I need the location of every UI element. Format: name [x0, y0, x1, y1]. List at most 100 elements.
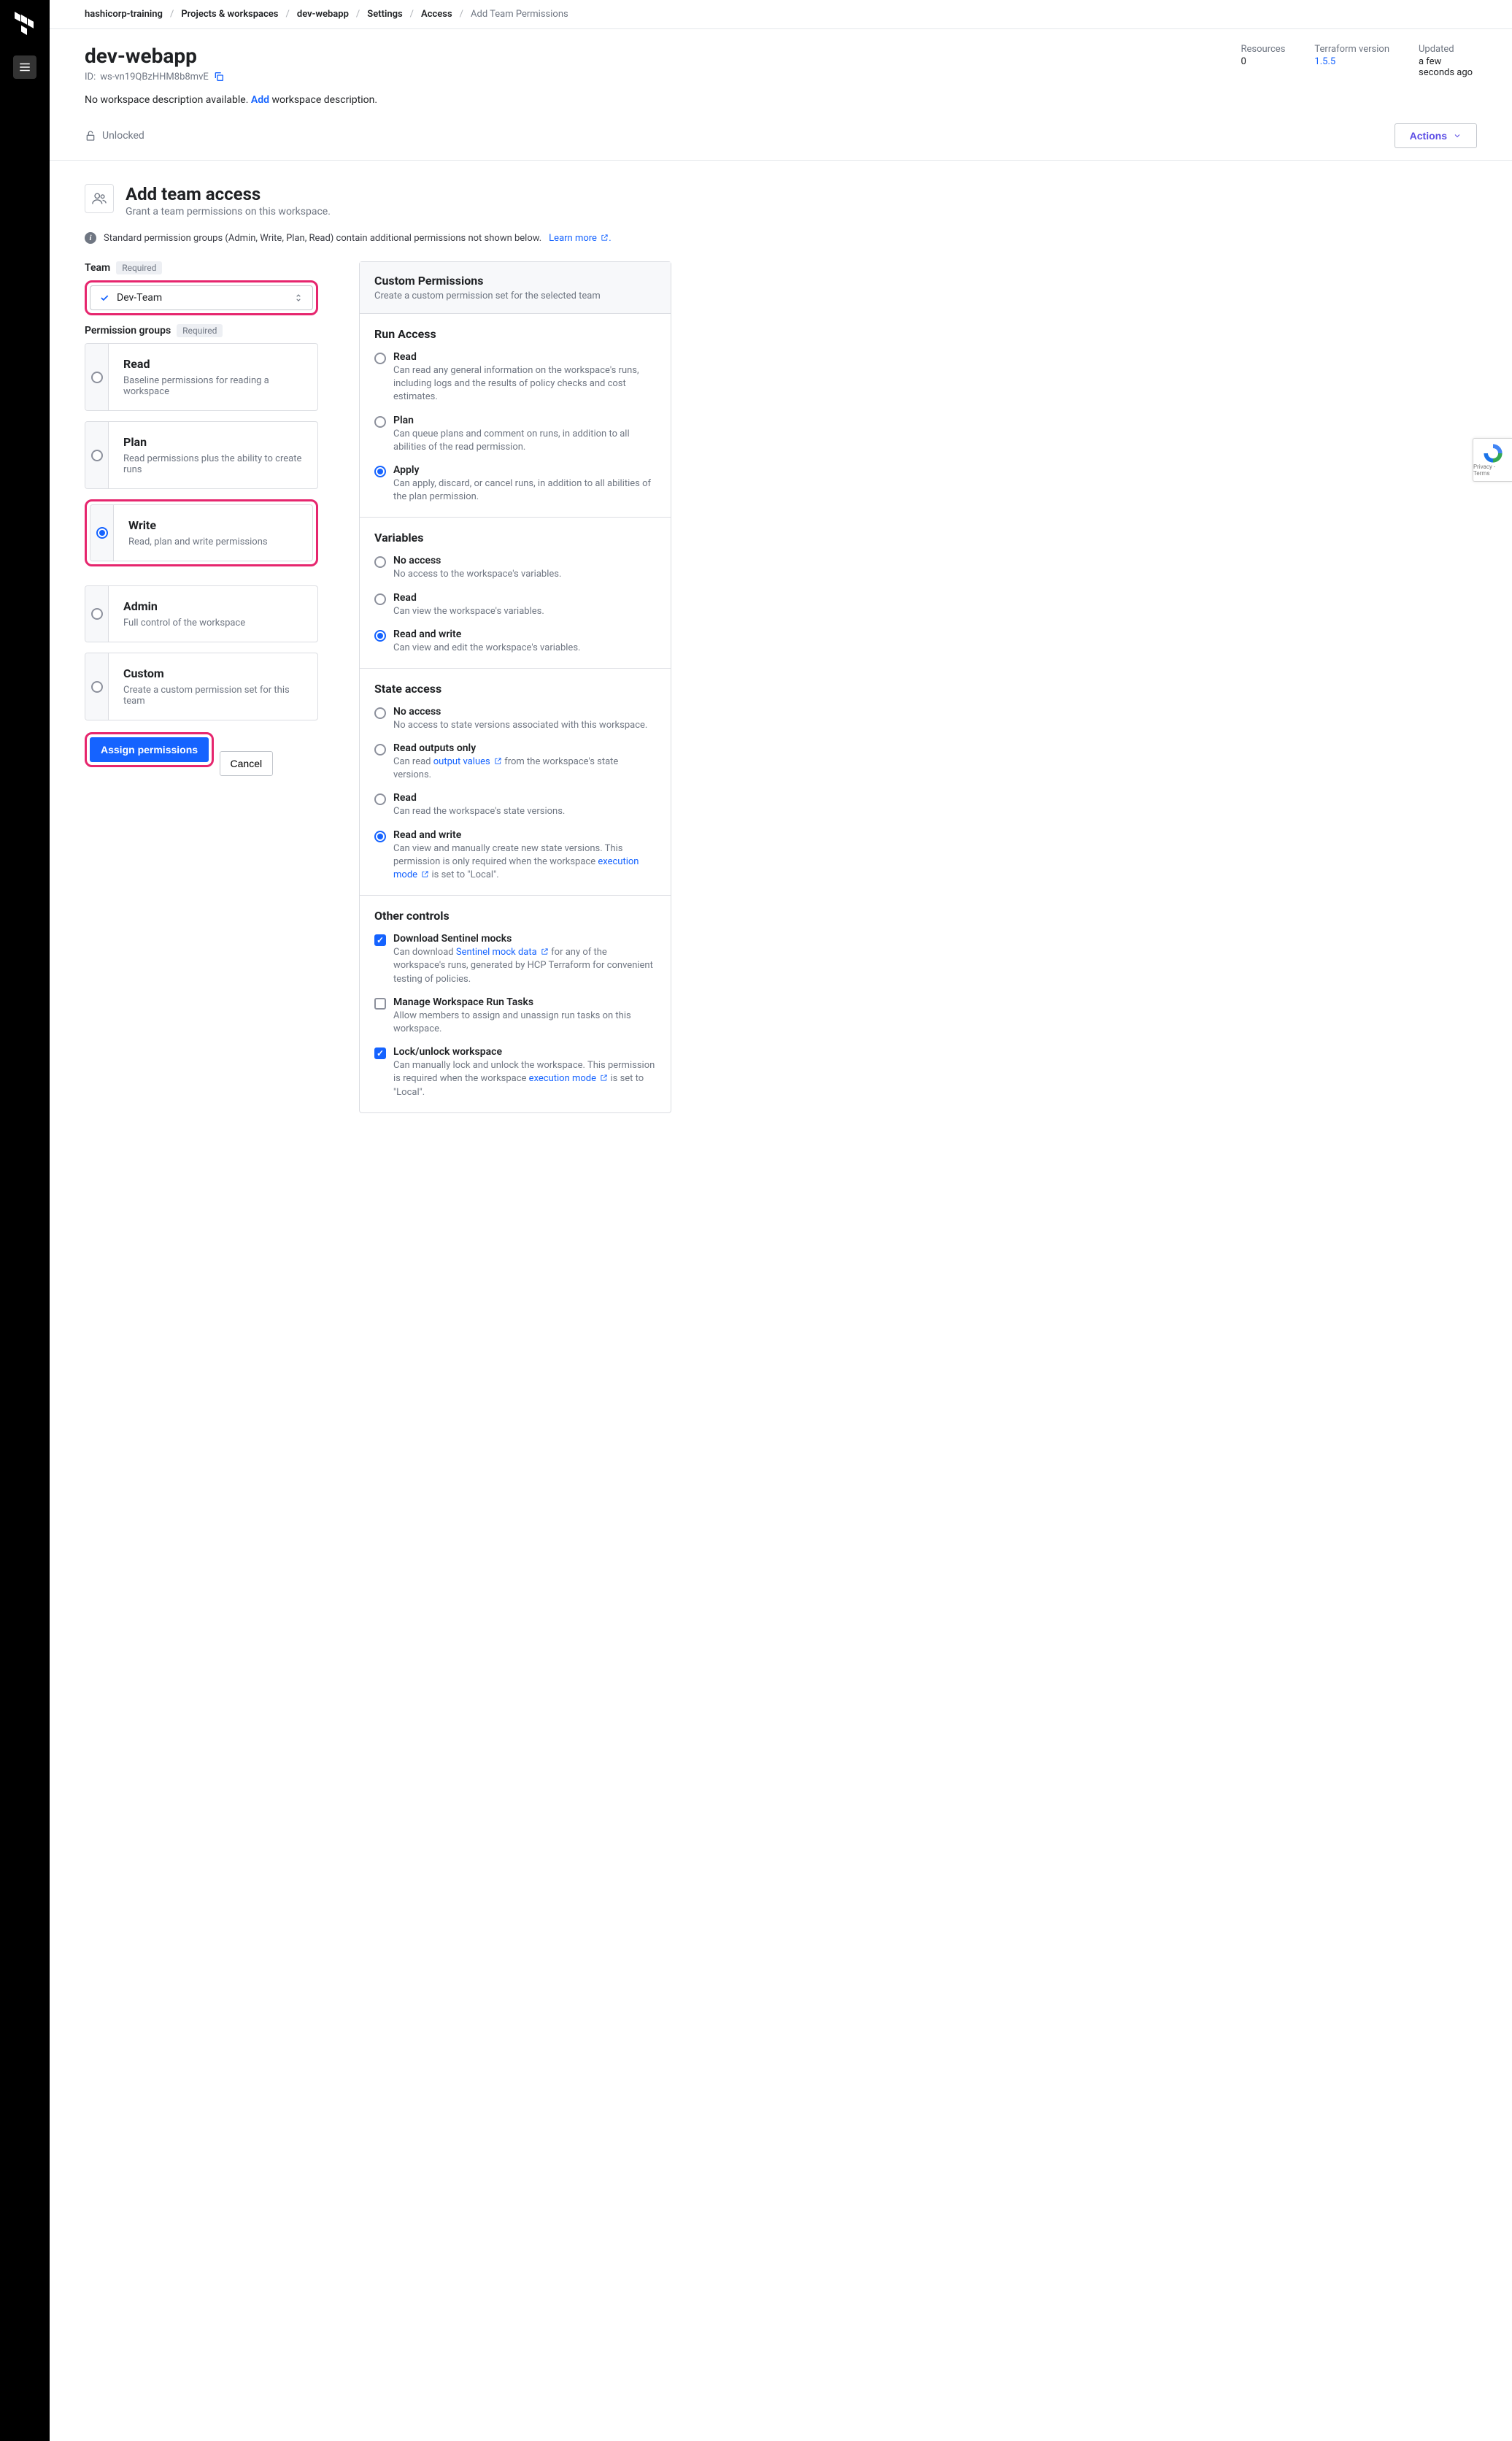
- actions-button[interactable]: Actions: [1395, 123, 1477, 148]
- external-link-icon: [601, 234, 609, 242]
- option-desc: Allow members to assign and unassign run…: [393, 1010, 656, 1036]
- radio[interactable]: [91, 450, 103, 461]
- recaptcha-icon: [1483, 443, 1503, 464]
- perm-group-highlight: Write Read, plan and write permissions: [85, 499, 318, 566]
- radio[interactable]: [374, 744, 386, 756]
- external-link-icon: [541, 947, 549, 956]
- variables-title: Variables: [374, 531, 656, 545]
- add-description-link[interactable]: Add: [251, 94, 269, 106]
- checkbox[interactable]: [374, 998, 386, 1010]
- other-title: Other controls: [374, 909, 656, 923]
- state-option[interactable]: Read outputs only Can read output values…: [374, 742, 656, 782]
- radio[interactable]: [374, 707, 386, 719]
- perm-group-plan[interactable]: Plan Read permissions plus the ability t…: [85, 421, 318, 489]
- run-access-option[interactable]: Plan Can queue plans and comment on runs…: [374, 415, 656, 454]
- team-select[interactable]: Dev-Team: [90, 285, 313, 310]
- option-label: Download Sentinel mocks: [393, 933, 656, 945]
- state-option[interactable]: Read and write Can view and manually cre…: [374, 829, 656, 883]
- radio[interactable]: [91, 681, 103, 693]
- breadcrumb-projects[interactable]: Projects & workspaces: [181, 9, 278, 20]
- meta-tf-label: Terraform version: [1314, 44, 1389, 55]
- perm-title: Custom: [123, 666, 303, 680]
- radio[interactable]: [91, 608, 103, 620]
- option-label: Apply: [393, 464, 656, 476]
- radio[interactable]: [374, 556, 386, 568]
- external-link-icon: [494, 757, 502, 765]
- inline-link[interactable]: Sentinel mock data: [456, 947, 549, 958]
- sidebar-menu-button[interactable]: [13, 55, 36, 79]
- option-label: Read and write: [393, 829, 656, 841]
- perm-group-read[interactable]: Read Baseline permissions for reading a …: [85, 343, 318, 411]
- inline-link[interactable]: execution mode: [529, 1073, 609, 1084]
- radio[interactable]: [374, 353, 386, 364]
- workspace-id: ws-vn19QBzHHM8b8mvE: [100, 72, 209, 82]
- inline-link[interactable]: execution mode: [393, 856, 639, 880]
- option-desc: Can apply, discard, or cancel runs, in a…: [393, 477, 656, 504]
- checkbox[interactable]: [374, 934, 386, 946]
- select-chevrons-icon: [293, 293, 304, 303]
- meta-tf-value[interactable]: 1.5.5: [1314, 56, 1389, 67]
- checkbox[interactable]: [374, 1047, 386, 1059]
- learn-more-link[interactable]: Learn more .: [549, 233, 611, 244]
- perm-groups-label: Permission groups: [85, 325, 171, 337]
- option-label: Plan: [393, 415, 656, 426]
- perm-group-write[interactable]: Write Read, plan and write permissions: [90, 504, 313, 561]
- meta-updated-label: Updated: [1419, 44, 1477, 55]
- radio[interactable]: [374, 831, 386, 842]
- other-option[interactable]: Manage Workspace Run Tasks Allow members…: [374, 996, 656, 1036]
- variables-option[interactable]: Read Can view the workspace's variables.: [374, 592, 656, 618]
- breadcrumb-access[interactable]: Access: [421, 9, 452, 20]
- breadcrumb-workspace[interactable]: dev-webapp: [297, 9, 349, 20]
- radio[interactable]: [374, 466, 386, 477]
- copy-icon[interactable]: [213, 71, 225, 82]
- option-label: Read: [393, 351, 656, 363]
- assign-button-highlight: Assign permissions: [85, 732, 214, 767]
- option-desc: No access to state versions associated w…: [393, 719, 647, 732]
- perm-title: Read: [123, 357, 303, 371]
- page-title: Add team access: [126, 184, 331, 204]
- cancel-button[interactable]: Cancel: [220, 751, 274, 776]
- radio[interactable]: [374, 793, 386, 805]
- breadcrumb-org[interactable]: hashicorp-training: [85, 9, 163, 20]
- check-icon: [99, 293, 109, 303]
- radio[interactable]: [374, 416, 386, 428]
- option-label: No access: [393, 706, 647, 718]
- inline-link[interactable]: output values: [433, 756, 502, 767]
- perm-desc: Read permissions plus the ability to cre…: [123, 453, 303, 475]
- radio[interactable]: [91, 372, 103, 383]
- team-select-highlight: Dev-Team: [85, 280, 318, 315]
- unlock-icon: [85, 130, 96, 142]
- perm-desc: Full control of the workspace: [123, 618, 303, 628]
- breadcrumb-settings[interactable]: Settings: [367, 9, 402, 20]
- radio[interactable]: [374, 630, 386, 642]
- state-option[interactable]: No access No access to state versions as…: [374, 706, 656, 732]
- radio[interactable]: [96, 527, 108, 539]
- variables-option[interactable]: No access No access to the workspace's v…: [374, 555, 656, 581]
- assign-permissions-button[interactable]: Assign permissions: [90, 737, 209, 762]
- state-option[interactable]: Read Can read the workspace's state vers…: [374, 792, 656, 818]
- perm-group-custom[interactable]: Custom Create a custom permission set fo…: [85, 653, 318, 720]
- other-option[interactable]: Download Sentinel mocks Can download Sen…: [374, 933, 656, 986]
- perm-title: Plan: [123, 435, 303, 449]
- external-link-icon: [600, 1074, 608, 1082]
- external-link-icon: [421, 870, 429, 878]
- option-desc: Can manually lock and unlock the workspa…: [393, 1059, 656, 1099]
- option-desc: Can read any general information on the …: [393, 364, 656, 404]
- variables-option[interactable]: Read and write Can view and edit the wor…: [374, 628, 656, 655]
- other-option[interactable]: Lock/unlock workspace Can manually lock …: [374, 1046, 656, 1099]
- meta-resources-label: Resources: [1241, 44, 1286, 55]
- run-access-option[interactable]: Read Can read any general information on…: [374, 351, 656, 404]
- lock-status: Unlocked: [85, 130, 144, 142]
- radio[interactable]: [374, 593, 386, 605]
- perm-title: Admin: [123, 599, 303, 613]
- perm-group-admin[interactable]: Admin Full control of the workspace: [85, 585, 318, 642]
- option-desc: Can view and manually create new state v…: [393, 842, 656, 883]
- option-label: Read: [393, 592, 544, 604]
- info-icon: i: [85, 232, 96, 244]
- perm-desc: Create a custom permission set for this …: [123, 685, 303, 707]
- recaptcha-badge[interactable]: Privacy - Terms: [1473, 438, 1512, 482]
- meta-updated-value: a few seconds ago: [1419, 56, 1477, 78]
- terraform-logo-icon[interactable]: [13, 12, 36, 38]
- workspace-id-label: ID:: [85, 72, 96, 82]
- run-access-option[interactable]: Apply Can apply, discard, or cancel runs…: [374, 464, 656, 504]
